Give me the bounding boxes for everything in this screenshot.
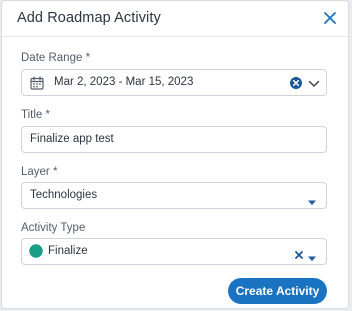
date-range-picker[interactable]: Mar 2, 2023 - Mar 15, 2023 <box>21 69 327 96</box>
clear-x-icon[interactable] <box>294 247 304 265</box>
caret-down-icon[interactable] <box>307 193 317 211</box>
activity-type-value: Finalize <box>48 245 88 257</box>
add-roadmap-activity-dialog: Add Roadmap Activity Date Range * Mar 2,… <box>1 0 349 309</box>
activity-type-select[interactable]: Finalize <box>21 238 327 265</box>
date-range-label: Date Range * <box>21 52 91 64</box>
close-icon[interactable] <box>320 8 340 28</box>
create-activity-button[interactable]: Create Activity <box>228 278 327 304</box>
layer-select[interactable]: Technologies <box>21 182 327 209</box>
title-label: Title * <box>21 109 50 121</box>
title-input[interactable]: Finalize app test <box>21 126 327 153</box>
clear-circle-icon[interactable] <box>289 76 303 95</box>
calendar-icon <box>30 76 44 95</box>
activity-type-label: Activity Type <box>21 222 86 234</box>
layer-label: Layer * <box>21 166 58 178</box>
layer-value: Technologies <box>30 189 98 201</box>
dialog-header: Add Roadmap Activity <box>2 1 348 37</box>
dialog-title: Add Roadmap Activity <box>17 10 161 26</box>
date-range-value: Mar 2, 2023 - Mar 15, 2023 <box>54 76 194 88</box>
caret-down-icon[interactable] <box>307 249 317 267</box>
chevron-down-icon[interactable] <box>308 77 320 95</box>
title-value: Finalize app test <box>30 133 114 145</box>
activity-color-dot <box>29 244 43 263</box>
